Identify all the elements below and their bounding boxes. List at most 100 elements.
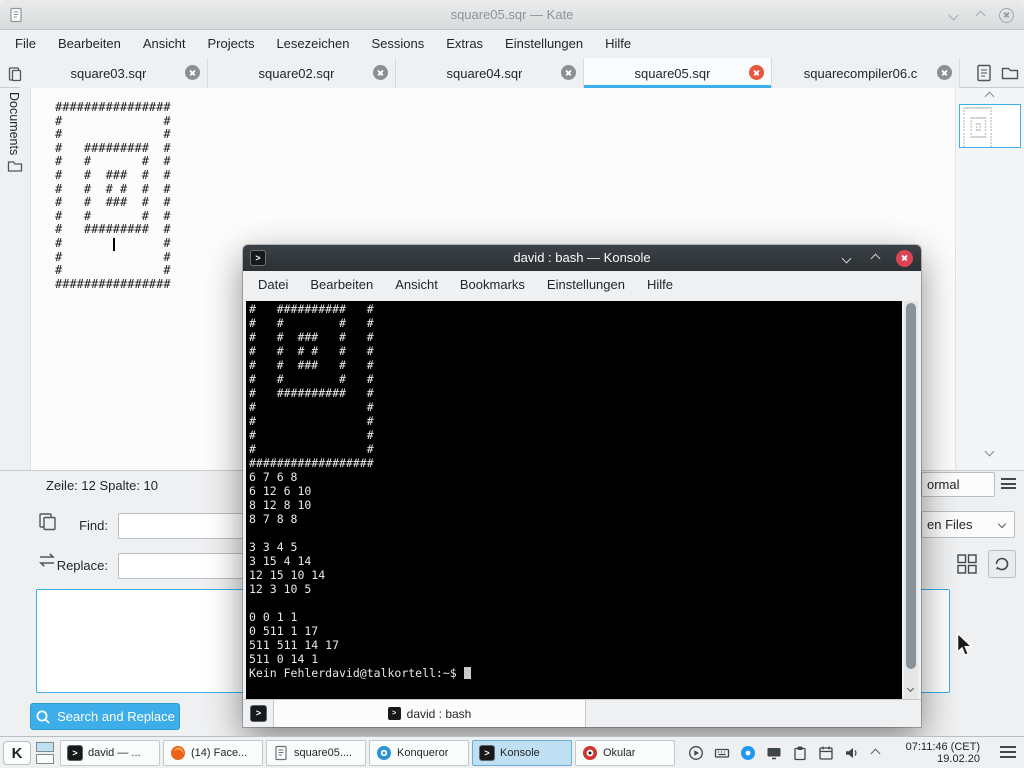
tab-square03[interactable]: square03.sqr bbox=[20, 58, 208, 88]
konsole-titlebar[interactable]: > david : bash — Konsole bbox=[243, 245, 921, 271]
terminal-scrollbar[interactable] bbox=[904, 301, 918, 699]
close-icon[interactable] bbox=[999, 8, 1014, 23]
mode-dropdown[interactable]: ormal bbox=[921, 472, 995, 497]
desktop-2[interactable] bbox=[36, 754, 54, 764]
menu-item-hilfe[interactable]: Hilfe bbox=[594, 30, 642, 58]
tab-squarecompiler06[interactable]: squarecompiler06.c bbox=[772, 58, 960, 88]
media-player-icon[interactable] bbox=[688, 745, 704, 761]
app-launcher-button[interactable]: K bbox=[3, 741, 31, 765]
konsole-title: david : bash — Konsole bbox=[243, 245, 921, 271]
desktop-1[interactable] bbox=[36, 742, 54, 752]
scroll-up-icon[interactable] bbox=[985, 92, 995, 102]
tab-close-icon[interactable] bbox=[937, 65, 952, 80]
menu-item-einstellungen[interactable]: Einstellungen bbox=[536, 271, 636, 299]
kate-tabbar: square03.sqr square02.sqr square04.sqr s… bbox=[0, 58, 1024, 88]
search-icon bbox=[35, 709, 51, 725]
sidebar-tab-documents[interactable]: Documents bbox=[7, 92, 21, 155]
task-konsole[interactable]: > Konsole bbox=[472, 740, 572, 766]
close-icon[interactable] bbox=[896, 250, 913, 267]
replace-label: Replace: bbox=[38, 553, 108, 579]
konsole-window-controls bbox=[838, 245, 913, 271]
search-and-replace-button[interactable]: Search and Replace bbox=[30, 703, 180, 730]
tab-square05[interactable]: square05.sqr bbox=[584, 58, 772, 88]
tab-square02[interactable]: square02.sqr bbox=[208, 58, 396, 88]
konsole-tabbar: > > david : bash bbox=[243, 699, 921, 727]
mouse-cursor bbox=[956, 632, 974, 658]
calendar-icon[interactable] bbox=[818, 745, 834, 761]
okular-icon bbox=[582, 745, 598, 761]
terminal-tab-icon: > bbox=[388, 707, 401, 720]
menu-item-einstellungen[interactable]: Einstellungen bbox=[494, 30, 594, 58]
new-document-icon[interactable] bbox=[974, 63, 994, 83]
panel-settings-icon[interactable] bbox=[1000, 746, 1016, 761]
window-title: square05.sqr — Kate bbox=[0, 0, 1024, 30]
maximize-icon[interactable] bbox=[867, 250, 883, 266]
menu-item-bearbeiten[interactable]: Bearbeiten bbox=[47, 30, 132, 58]
clock-date: 19.02.20 bbox=[888, 753, 980, 765]
filesystem-panel-icon[interactable] bbox=[7, 158, 23, 174]
menu-item-extras[interactable]: Extras bbox=[435, 30, 494, 58]
network-icon[interactable] bbox=[740, 745, 756, 761]
expand-tray-icon[interactable] bbox=[871, 749, 881, 759]
maximize-icon[interactable] bbox=[972, 7, 988, 23]
konqueror-icon bbox=[376, 745, 392, 761]
kate-menubar: File Bearbeiten Ansicht Projects Lesezei… bbox=[0, 30, 1024, 58]
tab-close-icon[interactable] bbox=[373, 65, 388, 80]
task-kate[interactable]: square05.... bbox=[266, 740, 366, 766]
menu-item-bearbeiten[interactable]: Bearbeiten bbox=[299, 271, 384, 299]
virtual-desktop-pager[interactable] bbox=[36, 742, 54, 766]
menu-item-sessions[interactable]: Sessions bbox=[360, 30, 435, 58]
documents-panel-icon[interactable] bbox=[7, 66, 23, 82]
clock-time: 07:11:46 (CET) bbox=[888, 741, 980, 753]
menu-item-lesezeichen[interactable]: Lesezeichen bbox=[265, 30, 360, 58]
task-konqueror[interactable]: Konqueror bbox=[369, 740, 469, 766]
tab-square04[interactable]: square04.sqr bbox=[396, 58, 584, 88]
editor-scrollbar[interactable]: ################ # # # # # ######### # #… bbox=[955, 88, 1024, 470]
kate-left-dock: Documents bbox=[0, 60, 30, 470]
terminal-output: # ########## # # # # # # # ### # # # # #… bbox=[249, 302, 374, 666]
tab-close-icon[interactable] bbox=[561, 65, 576, 80]
open-files-dropdown[interactable]: en Files bbox=[921, 511, 1015, 538]
tab-close-icon[interactable] bbox=[185, 65, 200, 80]
options-menu-icon[interactable] bbox=[1001, 478, 1016, 492]
display-icon[interactable] bbox=[766, 745, 782, 761]
terminal[interactable]: # ########## # # # # # # # ### # # # # #… bbox=[246, 301, 902, 699]
open-document-icon[interactable] bbox=[1000, 63, 1020, 83]
minimize-icon[interactable] bbox=[945, 7, 961, 23]
new-tab-icon[interactable]: > bbox=[250, 705, 267, 722]
task-firefox[interactable]: (14) Face... bbox=[163, 740, 263, 766]
editor-text: ################ # # # # # ######### # #… bbox=[55, 101, 171, 291]
refresh-button[interactable] bbox=[988, 550, 1016, 578]
terminal-tab[interactable]: > david : bash bbox=[273, 700, 586, 727]
menu-item-ansicht[interactable]: Ansicht bbox=[384, 271, 449, 299]
menu-item-projects[interactable]: Projects bbox=[196, 30, 265, 58]
minimize-icon[interactable] bbox=[838, 250, 854, 266]
text-cursor bbox=[113, 238, 115, 251]
volume-icon[interactable] bbox=[844, 745, 860, 761]
clock[interactable]: 07:11:46 (CET) 19.02.20 bbox=[888, 741, 980, 765]
konsole-window: > david : bash — Konsole Datei Bearbeite… bbox=[243, 245, 921, 727]
desktop: square05.sqr — Kate File Bearbeiten Ansi… bbox=[0, 0, 1024, 768]
minimap-content: ################ # # # # # ######### # #… bbox=[960, 105, 1020, 148]
minimap-view-indicator[interactable]: ################ # # # # # ######### # #… bbox=[959, 104, 1021, 148]
tab-close-icon[interactable] bbox=[749, 65, 764, 80]
terminal-prompt: Kein Fehlerdavid@talkortell:~$ bbox=[249, 666, 464, 680]
scrollbar-thumb[interactable] bbox=[906, 303, 916, 669]
grid-view-icon[interactable] bbox=[956, 553, 978, 575]
menu-item-ansicht[interactable]: Ansicht bbox=[132, 30, 197, 58]
refresh-icon bbox=[993, 555, 1011, 573]
konsole-icon: > bbox=[479, 745, 495, 761]
scroll-down-icon[interactable] bbox=[907, 685, 914, 692]
menu-item-file[interactable]: File bbox=[4, 30, 47, 58]
scroll-down-icon[interactable] bbox=[985, 447, 995, 457]
taskbar: K > david — ... (14) Face... square05...… bbox=[0, 736, 1024, 768]
menu-item-datei[interactable]: Datei bbox=[247, 271, 299, 299]
task-okular[interactable]: Okular bbox=[575, 740, 675, 766]
kate-titlebar[interactable]: square05.sqr — Kate bbox=[0, 0, 1024, 30]
keyboard-status-icon[interactable] bbox=[714, 745, 730, 761]
konsole-icon: > bbox=[67, 745, 83, 761]
menu-item-hilfe[interactable]: Hilfe bbox=[636, 271, 684, 299]
menu-item-bookmarks[interactable]: Bookmarks bbox=[449, 271, 536, 299]
task-david-konsole[interactable]: > david — ... bbox=[60, 740, 160, 766]
clipboard-icon[interactable] bbox=[792, 745, 808, 761]
